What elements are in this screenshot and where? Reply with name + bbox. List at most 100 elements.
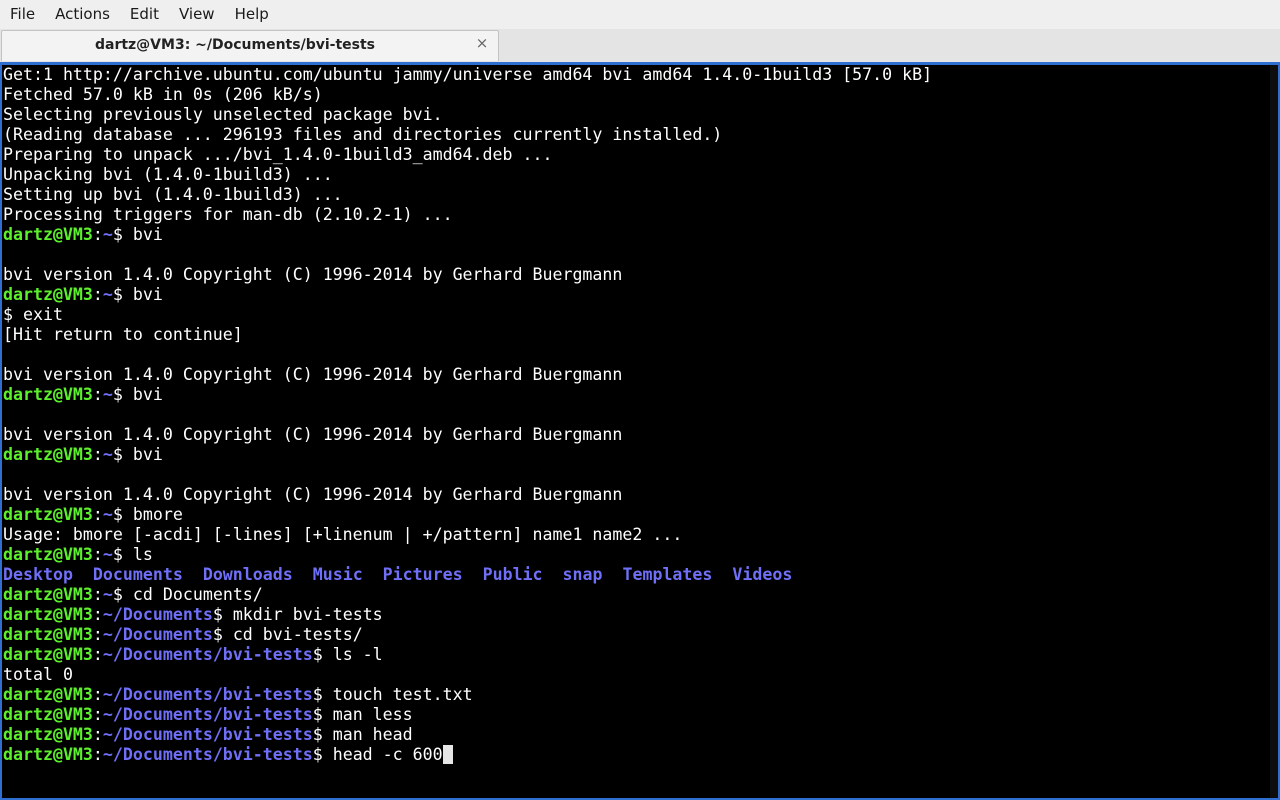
directory-entry: Public <box>482 565 543 584</box>
command-text: bvi <box>122 285 163 304</box>
prompt-path: ~/Documents/bvi-tests <box>102 705 313 724</box>
output-line: total 0 <box>3 665 932 685</box>
prompt-user: dartz@VM3 <box>3 625 93 644</box>
menu-edit[interactable]: Edit <box>120 0 169 29</box>
prompt-user: dartz@VM3 <box>3 725 93 744</box>
output-text: bvi version 1.4.0 Copyright (C) 1996-201… <box>3 485 623 504</box>
prompt-line: dartz@VM3:~/Documents$ mkdir bvi-tests <box>3 605 383 624</box>
directory-entry: Templates <box>622 565 713 584</box>
output-line: [Hit return to continue] <box>3 325 932 345</box>
output-text: (Reading database ... 296193 files and d… <box>3 125 723 144</box>
output-line: Get:1 http://archive.ubuntu.com/ubuntu j… <box>3 65 932 85</box>
command-text: cd bvi-tests/ <box>222 625 363 644</box>
directory-entry: Downloads <box>202 565 293 584</box>
prompt-user: dartz@VM3 <box>3 605 93 624</box>
prompt-user: dartz@VM3 <box>3 225 93 244</box>
command-text: cd Documents/ <box>122 585 263 604</box>
command-text: man head <box>322 725 413 744</box>
prompt-user: dartz@VM3 <box>3 645 93 664</box>
output-text: Processing triggers for man-db (2.10.2-1… <box>3 205 453 224</box>
prompt-path: ~/Documents/bvi-tests <box>102 685 313 704</box>
menu-view[interactable]: View <box>169 0 225 29</box>
command-text: mkdir bvi-tests <box>222 605 383 624</box>
output-text: total 0 <box>3 665 73 684</box>
output-line: bvi version 1.4.0 Copyright (C) 1996-201… <box>3 365 932 385</box>
prompt-user: dartz@VM3 <box>3 745 93 764</box>
prompt-user: dartz@VM3 <box>3 585 93 604</box>
output-line: bvi version 1.4.0 Copyright (C) 1996-201… <box>3 485 932 505</box>
terminal-tab[interactable]: dartz@VM3: ~/Documents/bvi-tests × <box>1 30 499 61</box>
tab-bar: dartz@VM3: ~/Documents/bvi-tests × <box>0 29 1280 63</box>
prompt-user: dartz@VM3 <box>3 705 93 724</box>
prompt-line: dartz@VM3:~$ bmore <box>3 505 183 524</box>
prompt-user: dartz@VM3 <box>3 385 93 404</box>
prompt-path: ~ <box>102 585 113 604</box>
output-line: $ exit <box>3 305 932 325</box>
output-line: Usage: bmore [-acdi] [-lines] [+linenum … <box>3 525 932 545</box>
output-line: Unpacking bvi (1.4.0-1build3) ... <box>3 165 932 185</box>
close-icon[interactable]: × <box>474 35 490 51</box>
prompt-user: dartz@VM3 <box>3 545 93 564</box>
command-text: ls -l <box>322 645 383 664</box>
prompt-line: dartz@VM3:~/Documents/bvi-tests$ man hea… <box>3 725 413 744</box>
directory-entry: Pictures <box>382 565 463 584</box>
output-text: Unpacking bvi (1.4.0-1build3) ... <box>3 165 333 184</box>
prompt-path: ~ <box>102 505 113 524</box>
output-text: Usage: bmore [-acdi] [-lines] [+linenum … <box>3 525 683 544</box>
prompt-path: ~/Documents/bvi-tests <box>102 725 313 744</box>
output-text: Setting up bvi (1.4.0-1build3) ... <box>3 185 343 204</box>
terminal-area[interactable]: Get:1 http://archive.ubuntu.com/ubuntu j… <box>0 62 1280 800</box>
output-text: Preparing to unpack .../bvi_1.4.0-1build… <box>3 145 553 164</box>
prompt-path: ~ <box>102 445 113 464</box>
prompt-line: dartz@VM3:~/Documents/bvi-tests$ ls -l <box>3 645 383 664</box>
prompt-user: dartz@VM3 <box>3 685 93 704</box>
ls-output-line: Desktop Documents Downloads Music Pictur… <box>3 565 932 585</box>
output-line: Fetched 57.0 kB in 0s (206 kB/s) <box>3 85 932 105</box>
directory-entry: Documents <box>92 565 183 584</box>
prompt-path: ~/Documents/bvi-tests <box>102 645 313 664</box>
prompt-user: dartz@VM3 <box>3 445 93 464</box>
command-text: bvi <box>122 445 163 464</box>
prompt-line: dartz@VM3:~$ bvi <box>3 385 163 404</box>
prompt-path: ~/Documents <box>102 605 213 624</box>
prompt-line: dartz@VM3:~/Documents/bvi-tests$ man les… <box>3 705 413 724</box>
cursor <box>442 745 453 764</box>
output-line: Selecting previously unselected package … <box>3 105 932 125</box>
prompt-path: ~ <box>102 225 113 244</box>
command-text: head -c 600 <box>322 745 443 764</box>
command-text: bvi <box>122 225 163 244</box>
prompt-line: dartz@VM3:~/Documents$ cd bvi-tests/ <box>3 625 363 644</box>
directory-entry: Desktop <box>3 565 73 584</box>
prompt-line: dartz@VM3:~/Documents/bvi-tests$ touch t… <box>3 685 473 704</box>
menu-help[interactable]: Help <box>225 0 279 29</box>
tab-title: dartz@VM3: ~/Documents/bvi-tests <box>94 37 376 53</box>
prompt-line: dartz@VM3:~$ bvi <box>3 445 163 464</box>
output-text: Fetched 57.0 kB in 0s (206 kB/s) <box>3 85 323 104</box>
command-text: bmore <box>122 505 183 524</box>
prompt-line: dartz@VM3:~$ bvi <box>3 225 163 244</box>
command-text: bvi <box>122 385 163 404</box>
output-line: bvi version 1.4.0 Copyright (C) 1996-201… <box>3 265 932 285</box>
output-text: Selecting previously unselected package … <box>3 105 443 124</box>
output-text: Get:1 http://archive.ubuntu.com/ubuntu j… <box>3 65 933 84</box>
directory-entry: Music <box>312 565 363 584</box>
directory-entry: snap <box>562 565 603 584</box>
output-line: Processing triggers for man-db (2.10.2-1… <box>3 205 932 225</box>
directory-entry: Videos <box>732 565 793 584</box>
prompt-line: dartz@VM3:~$ ls <box>3 545 153 564</box>
menu-file[interactable]: File <box>0 0 45 29</box>
output-text: bvi version 1.4.0 Copyright (C) 1996-201… <box>3 425 623 444</box>
output-line: Preparing to unpack .../bvi_1.4.0-1build… <box>3 145 932 165</box>
terminal-output: Get:1 http://archive.ubuntu.com/ubuntu j… <box>3 65 932 765</box>
prompt-user: dartz@VM3 <box>3 505 93 524</box>
prompt-path: ~ <box>102 545 113 564</box>
output-text: bvi version 1.4.0 Copyright (C) 1996-201… <box>3 265 623 284</box>
terminal-scrollbar[interactable] <box>1270 65 1278 798</box>
menu-actions[interactable]: Actions <box>45 0 120 29</box>
prompt-user: dartz@VM3 <box>3 285 93 304</box>
prompt-path: ~/Documents <box>102 625 213 644</box>
